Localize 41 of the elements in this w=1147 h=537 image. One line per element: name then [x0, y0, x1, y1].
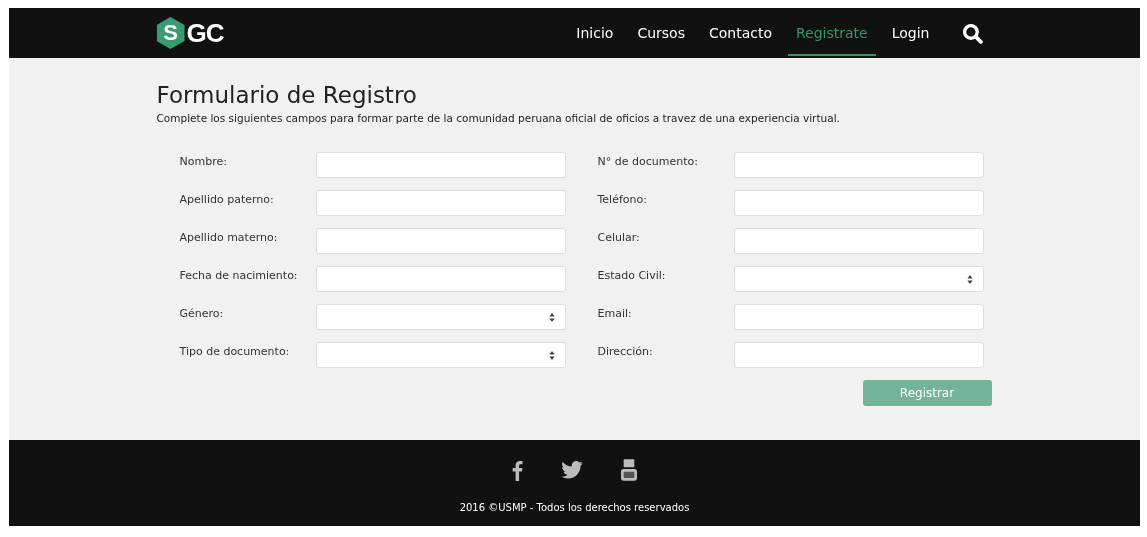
input-field[interactable]	[733, 342, 984, 368]
twitter-icon[interactable]	[561, 461, 583, 479]
caret-icon	[548, 312, 555, 322]
copyright-text: 2016 ©USMP - Todos los derechos reservados	[459, 502, 690, 513]
caret-icon	[966, 274, 973, 284]
field-label: Tipo de documento:	[179, 344, 291, 358]
input-field[interactable]	[733, 152, 984, 178]
search-icon[interactable]	[961, 22, 983, 44]
nav-link[interactable]: Inicio	[568, 10, 622, 56]
select-field[interactable]	[315, 342, 566, 368]
input-field[interactable]	[733, 304, 984, 330]
field-label: Teléfono:	[597, 192, 648, 206]
field-label: Email:	[597, 306, 633, 320]
input-field[interactable]	[733, 228, 984, 254]
form-subtitle: Complete los siguientes campos para formar parte de la comunidad peruana oficial de oficios a travez de una experiencia virtual.	[156, 112, 841, 124]
logo-mark: S	[156, 17, 185, 49]
video-icon[interactable]	[621, 459, 637, 481]
input-field[interactable]	[315, 266, 566, 292]
input-field[interactable]	[315, 228, 566, 254]
input-field[interactable]	[315, 190, 566, 216]
field-label: Fecha de nacimiento:	[179, 268, 299, 282]
caret-icon	[548, 350, 555, 360]
field-label: Nombre:	[179, 154, 228, 168]
input-field[interactable]	[733, 190, 984, 216]
field-label: N° de documento:	[597, 154, 699, 168]
field-label: Apellido materno:	[179, 230, 279, 244]
field-label: Estado Civil:	[597, 268, 667, 282]
select-field[interactable]	[733, 266, 984, 292]
facebook-icon[interactable]	[512, 459, 523, 481]
nav-link[interactable]: Login	[883, 10, 938, 56]
field-label: Apellido paterno:	[179, 192, 275, 206]
field-label: Género:	[179, 306, 225, 320]
nav-link[interactable]: Cursos	[629, 10, 693, 56]
form-title: Formulario de Registro	[156, 82, 418, 108]
logo-text: GC	[186, 17, 224, 49]
field-label: Celular:	[597, 230, 641, 244]
field-label: Dirección:	[597, 344, 654, 358]
nav-link[interactable]: Contacto	[700, 10, 780, 56]
nav-link[interactable]: Registrate	[788, 10, 876, 56]
select-field[interactable]	[315, 304, 566, 330]
input-field[interactable]	[315, 152, 566, 178]
